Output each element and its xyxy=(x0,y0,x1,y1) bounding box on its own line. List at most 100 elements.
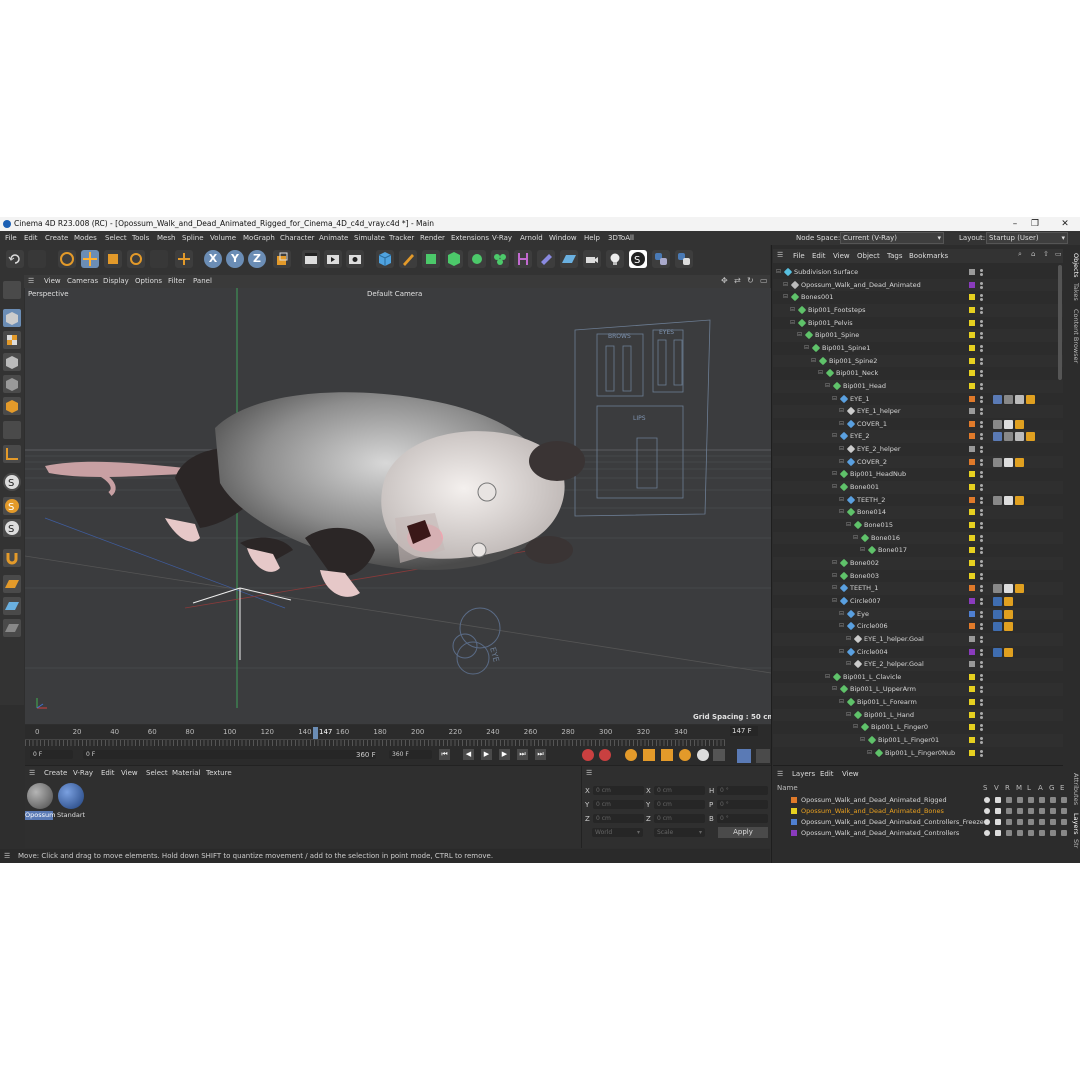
object-row[interactable]: ⊟ Bip001_L_Finger01 xyxy=(773,734,1063,747)
layer-color-swatch[interactable] xyxy=(969,370,975,377)
objects-menu-file[interactable]: File xyxy=(793,252,805,260)
menu-spline[interactable]: Spline xyxy=(182,234,204,242)
object-name[interactable]: Circle007 xyxy=(850,597,881,605)
object-tag-icon[interactable] xyxy=(993,419,1002,429)
menu-create[interactable]: Create xyxy=(45,234,68,242)
object-row[interactable]: ⊟ Bip001_L_UpperArm xyxy=(773,683,1063,697)
viewport-menu-options[interactable]: Options xyxy=(135,277,162,285)
object-row[interactable]: ⊟ Bip001_Pelvis xyxy=(773,317,1063,330)
redo-icon[interactable] xyxy=(28,250,46,268)
object-name[interactable]: COVER_2 xyxy=(857,458,887,466)
tree-expander-icon[interactable]: ⊟ xyxy=(790,319,795,326)
layer-toggle-icon[interactable] xyxy=(1017,819,1023,825)
3d-viewport[interactable]: BROWS EYES LIPS EYE Perspective Default … xyxy=(25,288,771,724)
object-name[interactable]: Bone016 xyxy=(871,534,900,542)
points-mode-icon[interactable] xyxy=(3,353,21,371)
object-tag-icon[interactable] xyxy=(1015,584,1024,594)
tree-expander-icon[interactable]: ⊟ xyxy=(818,369,823,376)
object-name[interactable]: COVER_1 xyxy=(857,420,887,428)
end-frame-field[interactable]: 360 F xyxy=(389,750,432,759)
layer-color-swatch[interactable] xyxy=(969,281,975,288)
rotate-tool-icon[interactable] xyxy=(127,250,145,268)
apply-button[interactable]: Apply xyxy=(718,827,768,838)
model-mode-icon[interactable] xyxy=(3,309,21,327)
subdivision-icon[interactable] xyxy=(422,250,440,268)
object-row[interactable]: ⊟ EYE_1 xyxy=(773,393,1063,406)
side-tab-objects[interactable]: Objects xyxy=(1065,253,1080,279)
render-visibility-dot[interactable] xyxy=(980,627,983,631)
layer-toggle-icon[interactable] xyxy=(984,808,990,814)
layer-name[interactable]: Opossum_Walk_and_Dead_Animated_Rigged xyxy=(801,796,947,804)
timeline-window-icon[interactable] xyxy=(756,749,770,763)
render-visibility-dot[interactable] xyxy=(980,323,983,327)
object-tag-icon[interactable] xyxy=(1004,495,1013,505)
object-row[interactable]: ⊟ Bones001 xyxy=(773,291,1063,304)
y-axis-button[interactable]: Y xyxy=(226,250,244,268)
tree-expander-icon[interactable]: ⊟ xyxy=(783,281,788,288)
layer-color-swatch[interactable] xyxy=(969,332,975,339)
key-scale-icon[interactable] xyxy=(661,749,673,761)
object-tag-icon[interactable] xyxy=(993,622,1002,632)
layer-color-swatch[interactable] xyxy=(791,808,797,814)
editor-visibility-dot[interactable] xyxy=(980,420,983,424)
object-row[interactable]: ⊟ Circle007 xyxy=(773,595,1063,608)
objects-menu-object[interactable]: Object xyxy=(857,252,880,260)
viewport-zoom-icon[interactable]: ⇄ xyxy=(734,276,741,285)
object-tag-icon[interactable] xyxy=(993,596,1002,606)
object-row[interactable]: ⊟ Bip001_Spine2 xyxy=(773,354,1063,368)
tree-expander-icon[interactable]: ⊟ xyxy=(853,534,858,541)
object-row[interactable]: ⊟ Opossum_Walk_and_Dead_Animated xyxy=(773,278,1063,292)
pen-icon[interactable] xyxy=(399,250,417,268)
layer-toggle-icon[interactable] xyxy=(995,819,1001,825)
object-tag-icon[interactable] xyxy=(993,495,1002,505)
material-thumb-opossum[interactable] xyxy=(27,783,53,809)
layer-color-swatch[interactable] xyxy=(969,344,975,351)
tree-expander-icon[interactable]: ⊟ xyxy=(832,483,837,490)
object-tag-icon[interactable] xyxy=(1026,432,1035,442)
render-visibility-dot[interactable] xyxy=(980,601,983,605)
tree-expander-icon[interactable]: ⊟ xyxy=(846,635,851,642)
object-row[interactable]: ⊟ Bip001_L_Finger0Nub xyxy=(773,747,1063,760)
tree-expander-icon[interactable]: ⊟ xyxy=(832,559,837,566)
object-name[interactable]: Circle006 xyxy=(857,622,888,630)
layer-color-swatch[interactable] xyxy=(969,610,975,617)
layer-color-swatch[interactable] xyxy=(969,306,975,313)
coords-menu-icon[interactable]: ☰ xyxy=(586,769,592,777)
viewport-menu-cameras[interactable]: Cameras xyxy=(67,277,98,285)
editor-visibility-dot[interactable] xyxy=(980,522,983,525)
side-tab-structure[interactable]: Str xyxy=(1065,839,1080,857)
keyframe-selection-icon[interactable] xyxy=(625,749,637,761)
snap-icon[interactable]: S xyxy=(3,473,21,491)
object-row[interactable]: ⊟ EYE_1_helper.Goal xyxy=(773,632,1063,646)
x-axis-button[interactable]: X xyxy=(204,250,222,268)
viewport-camera-name[interactable]: Default Camera xyxy=(367,290,422,298)
layer-color-swatch[interactable] xyxy=(969,585,975,592)
editor-visibility-dot[interactable] xyxy=(980,699,983,703)
layer-color-swatch[interactable] xyxy=(969,395,975,402)
layer-color-swatch[interactable] xyxy=(969,458,975,465)
editor-visibility-dot[interactable] xyxy=(980,370,983,374)
render-visibility-dot[interactable] xyxy=(980,462,983,466)
menu-render[interactable]: Render xyxy=(420,234,445,242)
side-tab-content-browser[interactable]: Content Browser xyxy=(1065,309,1080,369)
editor-visibility-dot[interactable] xyxy=(980,661,983,665)
object-tag-icon[interactable] xyxy=(1004,647,1013,657)
objects-menu-edit[interactable]: Edit xyxy=(812,252,826,260)
render-visibility-dot[interactable] xyxy=(980,475,983,479)
floor-icon[interactable] xyxy=(560,250,578,268)
objects-menu-tags[interactable]: Tags xyxy=(887,252,903,260)
render-visibility-dot[interactable] xyxy=(980,538,983,542)
menu-vray[interactable]: V-Ray xyxy=(492,234,512,242)
layer-color-swatch[interactable] xyxy=(969,648,975,655)
object-name[interactable]: EYE_2_helper.Goal xyxy=(864,660,924,668)
tree-expander-icon[interactable]: ⊟ xyxy=(832,432,837,439)
layer-toggle-icon[interactable] xyxy=(984,819,990,825)
layer-toggle-icon[interactable] xyxy=(1039,819,1045,825)
cloner-icon[interactable] xyxy=(468,250,486,268)
material-menu-icon[interactable]: ☰ xyxy=(29,769,35,777)
render-visibility-dot[interactable] xyxy=(980,563,983,567)
minimize-button[interactable]: – xyxy=(1008,218,1022,230)
menu-mesh[interactable]: Mesh xyxy=(157,234,175,242)
object-name[interactable]: Bip001_Pelvis xyxy=(808,319,853,327)
layer-toggle-icon[interactable] xyxy=(1050,830,1056,836)
